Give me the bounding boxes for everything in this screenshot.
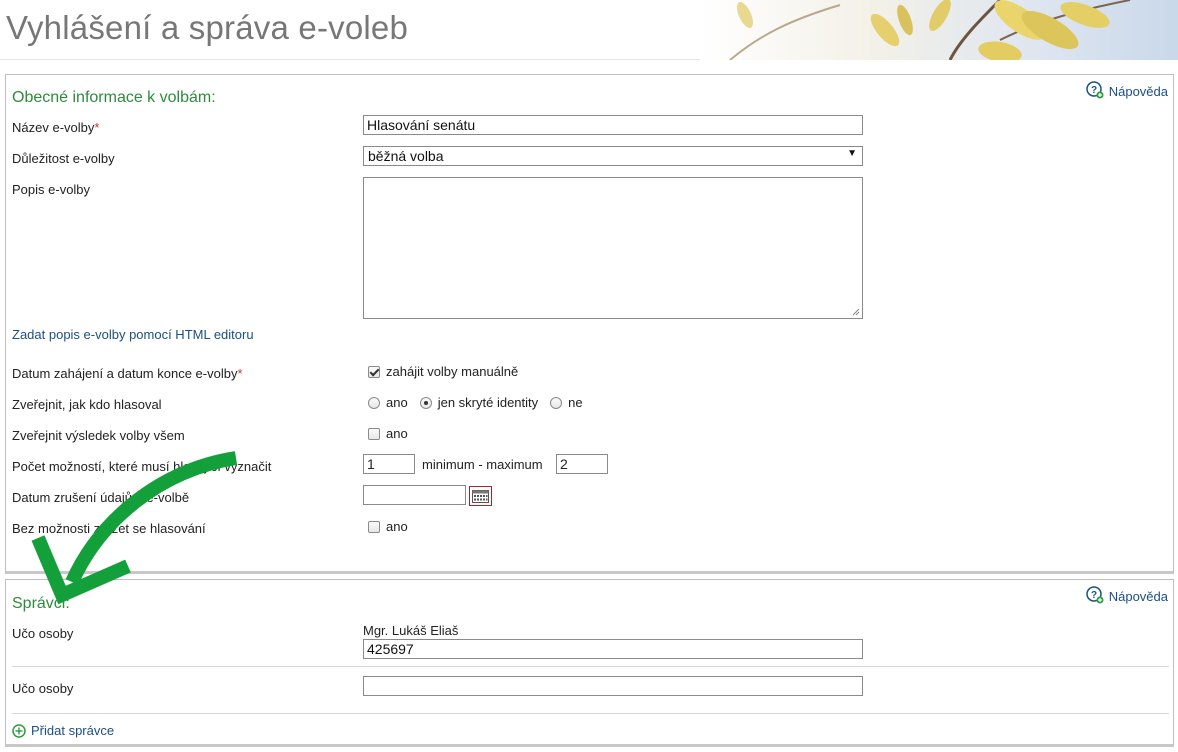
admin-divider [12,666,1169,667]
publish-who-radio-group: ano jen skryté identity ne [368,395,583,410]
chevron-down-icon: ▼ [847,148,857,159]
general-info-title: Obecné informace k volbám: [12,89,216,106]
add-admin-label: Přidat správce [31,723,115,738]
publish-result-option[interactable]: ano [368,426,408,441]
add-admin-link[interactable]: Přidat správce [12,723,114,738]
add-circle-icon [12,723,26,738]
options-min-input[interactable]: 1 [363,454,415,474]
page-header: Vyhlášení a správa e-voleb [0,0,1178,60]
resize-handle-icon [852,308,860,316]
manual-start-checkbox[interactable] [368,365,380,378]
header-banner-image [700,0,1178,60]
admin-uco-input-1[interactable]: 425697 [363,639,863,659]
general-info-section: Obecné informace k volbám: ? Nápověda Ná… [5,74,1174,574]
calendar-button[interactable] [469,486,492,506]
options-range-label: minimum - maximum [422,457,543,472]
admin-uco-label-1: Učo osoby [12,626,74,641]
admin-uco-input-2[interactable] [363,676,863,696]
help-icon: ? [1085,586,1104,607]
abstain-option[interactable]: ano [368,519,408,534]
general-help-link[interactable]: ? Nápověda [1085,81,1168,102]
election-name-input[interactable]: Hlasování senátu [363,115,863,135]
help-label: Nápověda [1108,589,1168,604]
publish-who-option-hidden: jen skryté identity [437,395,539,410]
help-icon: ? [1085,81,1104,102]
help-label: Nápověda [1108,84,1168,99]
svg-text:?: ? [1091,590,1097,601]
manual-start-option[interactable]: zahájit volby manuálně [368,364,518,379]
options-max-input[interactable]: 2 [556,454,608,474]
admin-divider-bottom [12,713,1169,714]
admins-title: Správci: [12,595,70,612]
publish-result-checkbox[interactable] [368,427,380,440]
cancel-date-input[interactable] [363,485,466,505]
cancel-date-label: Datum zrušení údajů o e-volbě [12,490,190,505]
svg-text:?: ? [1091,85,1097,96]
publish-who-label: Zveřejnit, jak kdo hlasoval [12,397,162,412]
publish-who-option-no: ne [568,395,583,410]
publish-who-radio-hidden[interactable] [419,396,432,409]
publish-who-radio-no[interactable] [550,396,563,409]
admin-uco-label-2: Učo osoby [12,681,74,696]
election-description-label: Popis e-volby [12,182,91,197]
abstain-option-label: ano [386,519,408,534]
election-importance-select[interactable]: běžná volba ▼ [363,146,863,166]
publish-who-radio-yes[interactable] [368,396,380,409]
election-description-textarea[interactable] [363,177,863,319]
html-editor-link[interactable]: Zadat popis e-volby pomocí HTML editoru [12,327,254,342]
election-name-label: Název e-volby* [12,120,100,135]
abstain-label: Bez možnosti zdržet se hlasování [12,521,206,536]
election-dates-label: Datum zahájení a datum konce e-volby* [12,366,243,381]
election-importance-label: Důležitost e-volby [12,151,115,166]
admin-person-name-1: Mgr. Lukáš Eliaš [363,623,459,638]
abstain-checkbox[interactable] [368,520,380,533]
publish-who-option-yes: ano [386,395,408,410]
calendar-icon [472,489,489,503]
manual-start-label: zahájit volby manuálně [386,364,519,379]
page-title: Vyhlášení a správa e-voleb [6,9,409,46]
admins-section: Správci: ? Nápověda Učo osoby Mgr. Lukáš… [5,579,1174,747]
publish-result-label: Zveřejnit výsledek volby všem [12,428,185,443]
election-importance-value: běžná volba [368,148,444,164]
admins-help-link[interactable]: ? Nápověda [1085,586,1168,607]
options-count-label: Počet možností, které musí hlasující vyz… [12,459,272,474]
publish-result-option-label: ano [386,426,408,441]
